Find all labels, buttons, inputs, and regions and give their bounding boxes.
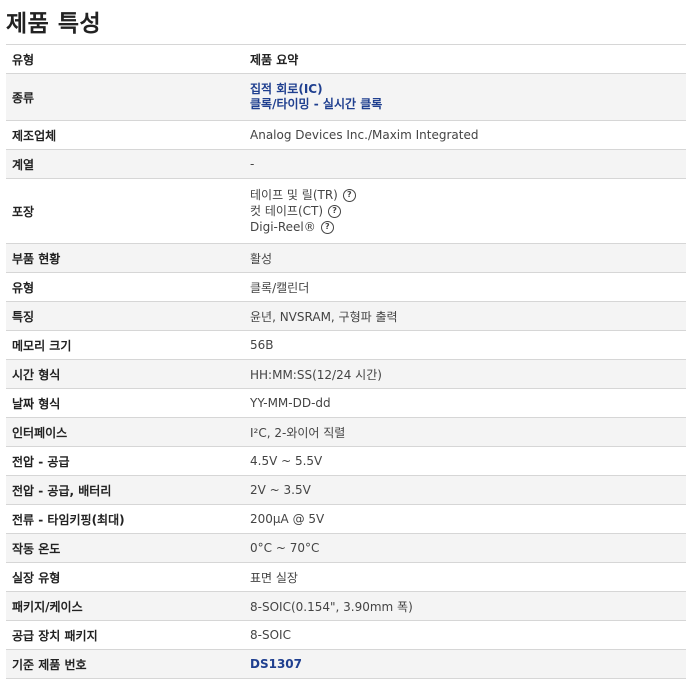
table-row: 공급 장치 패키지 8-SOIC [6,620,686,650]
header-value: 제품 요약 [244,44,686,74]
row-value: 4.5V ~ 5.5V [244,446,686,476]
row-value: 56B [244,330,686,360]
product-attributes-table: 유형 제품 요약 종류 집적 회로(IC) 클록/타이밍 - 실시간 클록 제조… [6,44,686,679]
row-key: 전압 - 공급, 배터리 [6,475,244,505]
row-value: 표면 실장 [244,562,686,592]
row-value: YY-MM-DD-dd [244,388,686,418]
header-key: 유형 [6,44,244,74]
packaging-option-label: Digi-Reel® [250,220,316,234]
row-key: 기준 제품 번호 [6,649,244,679]
row-key: 종류 [6,73,244,121]
row-value: 클록/캘린더 [244,272,686,302]
packaging-option-label: 컷 테이프(CT) [250,204,324,218]
row-value: 집적 회로(IC) 클록/타이밍 - 실시간 클록 [244,73,686,121]
row-key: 작동 온도 [6,533,244,563]
row-key: 유형 [6,272,244,302]
table-row: 전압 - 공급 4.5V ~ 5.5V [6,446,686,476]
table-header-row: 유형 제품 요약 [6,44,686,74]
row-value: I²C, 2-와이어 직렬 [244,417,686,447]
row-value: 윤년, NVSRAM, 구형파 출력 [244,301,686,331]
packaging-option: Digi-Reel® ? [250,219,686,235]
row-value: 8-SOIC [244,620,686,650]
row-value: 활성 [244,243,686,273]
row-key: 패키지/케이스 [6,591,244,621]
category-link-ic[interactable]: 집적 회로(IC) [250,82,686,97]
table-row: 전류 - 타임키핑(최대) 200µA @ 5V [6,504,686,534]
table-row: 인터페이스 I²C, 2-와이어 직렬 [6,417,686,447]
table-row: 유형 클록/캘린더 [6,272,686,302]
table-row: 날짜 형식 YY-MM-DD-dd [6,388,686,418]
row-key: 전압 - 공급 [6,446,244,476]
row-key: 특징 [6,301,244,331]
row-key: 계열 [6,149,244,179]
row-key: 전류 - 타임키핑(최대) [6,504,244,534]
table-row: 기준 제품 번호 DS1307 [6,649,686,679]
table-row: 제조업체 Analog Devices Inc./Maxim Integrate… [6,120,686,150]
table-row: 패키지/케이스 8-SOIC(0.154", 3.90mm 폭) [6,591,686,621]
row-value: 8-SOIC(0.154", 3.90mm 폭) [244,591,686,621]
row-value: 2V ~ 3.5V [244,475,686,505]
table-row: 메모리 크기 56B [6,330,686,360]
table-row: 전압 - 공급, 배터리 2V ~ 3.5V [6,475,686,505]
packaging-option: 컷 테이프(CT) ? [250,203,686,219]
question-circle-icon[interactable]: ? [328,204,342,218]
packaging-option-label: 테이프 및 릴(TR) [250,188,338,202]
table-row: 계열 - [6,149,686,179]
row-key: 날짜 형식 [6,388,244,418]
row-key: 공급 장치 패키지 [6,620,244,650]
row-key: 부품 현황 [6,243,244,273]
row-value: Analog Devices Inc./Maxim Integrated [244,120,686,150]
table-row: 작동 온도 0°C ~ 70°C [6,533,686,563]
row-value: HH:MM:SS(12/24 시간) [244,359,686,389]
category-link-rtc[interactable]: 클록/타이밍 - 실시간 클록 [250,97,686,112]
table-row: 시간 형식 HH:MM:SS(12/24 시간) [6,359,686,389]
table-row: 실장 유형 표면 실장 [6,562,686,592]
base-part-number-link[interactable]: DS1307 [250,657,302,671]
row-value: - [244,149,686,179]
row-key: 인터페이스 [6,417,244,447]
question-circle-icon[interactable]: ? [342,188,356,202]
table-row: 부품 현황 활성 [6,243,686,273]
row-key: 실장 유형 [6,562,244,592]
table-row: 포장 테이프 및 릴(TR) ? 컷 테이프(CT) ? Digi-Reel® … [6,178,686,244]
row-key: 제조업체 [6,120,244,150]
table-row: 특징 윤년, NVSRAM, 구형파 출력 [6,301,686,331]
row-value: 200µA @ 5V [244,504,686,534]
row-key: 포장 [6,178,244,244]
row-value: DS1307 [244,649,686,679]
row-key: 메모리 크기 [6,330,244,360]
question-circle-icon[interactable]: ? [320,220,334,234]
row-key: 시간 형식 [6,359,244,389]
packaging-option: 테이프 및 릴(TR) ? [250,187,686,203]
table-row: 종류 집적 회로(IC) 클록/타이밍 - 실시간 클록 [6,73,686,121]
page-title: 제품 특성 [6,11,102,37]
row-value: 테이프 및 릴(TR) ? 컷 테이프(CT) ? Digi-Reel® ? [244,178,686,244]
row-value: 0°C ~ 70°C [244,533,686,563]
